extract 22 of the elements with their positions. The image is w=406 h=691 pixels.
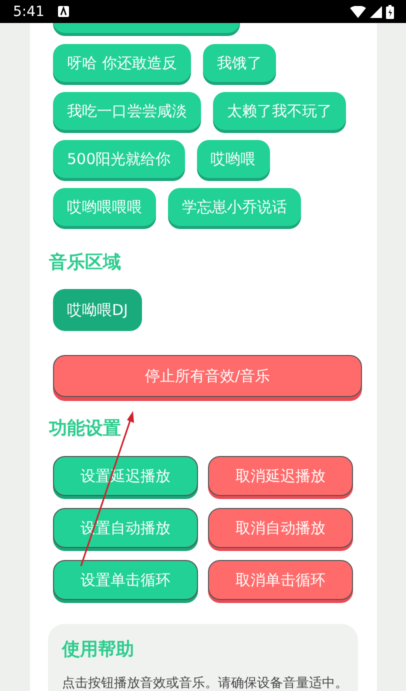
battery-icon (386, 4, 394, 18)
help-text: 点击按钮播放音效或音乐。请确保设备音量适中。 (62, 675, 348, 691)
cancel-button[interactable]: 取消延迟播放 (208, 456, 353, 496)
status-time: 5:41 (13, 4, 44, 20)
cancel-button[interactable]: 取消自动播放 (208, 508, 353, 548)
cancel-button[interactable]: 取消单击循环 (208, 560, 353, 600)
wifi-icon (350, 6, 366, 18)
sound-button[interactable]: 太赖了我不玩了 (213, 92, 346, 130)
sound-button[interactable]: 呀哈 你还敢造反 (53, 44, 191, 82)
sound-button[interactable]: 哎哟喂 (196, 140, 270, 178)
section-title: 音乐区域 (49, 251, 122, 275)
signal-icon (370, 6, 382, 18)
sound-button[interactable]: 500阳光就给你 (53, 140, 185, 178)
notification-icon (58, 6, 70, 17)
music-button[interactable]: 哎呦喂DJ (53, 289, 142, 331)
sound-button[interactable]: 我吃一口尝尝咸淡 (53, 92, 201, 130)
sound-button[interactable]: 我饿了 (202, 44, 276, 82)
sound-button[interactable]: 学忘崽小乔说话 (168, 188, 301, 226)
set-button[interactable]: 设置单击循环 (53, 560, 198, 600)
section-title: 功能设置 (49, 417, 122, 441)
sound-button[interactable]: 哎哟喂喂喂 (53, 188, 156, 226)
help-title: 使用帮助 (62, 638, 135, 662)
